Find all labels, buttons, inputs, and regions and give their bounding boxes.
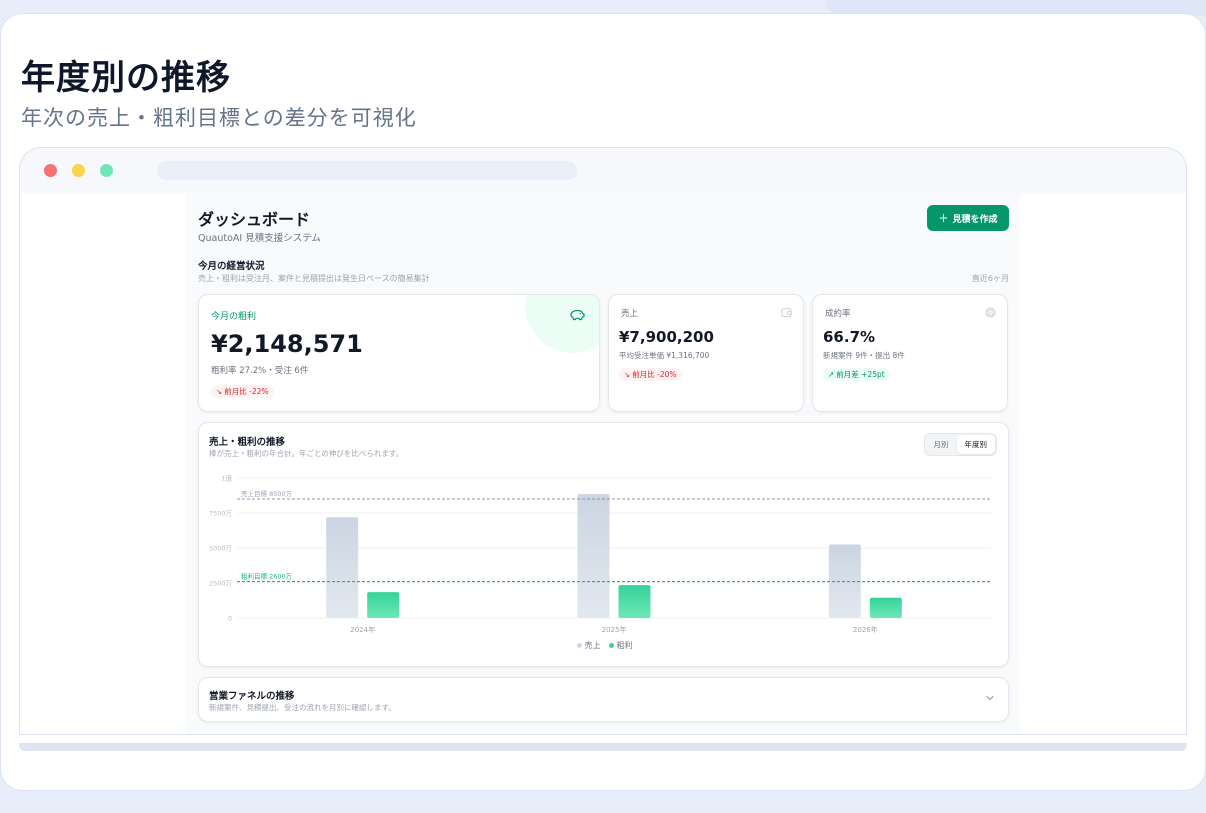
funnel-title: 営業ファネルの推移 xyxy=(209,691,295,702)
x-tick-label: 2025年 xyxy=(602,625,627,634)
toggle-yearly[interactable]: 年度別 xyxy=(956,435,995,454)
sales-bar xyxy=(326,517,359,618)
kpi-detail: 新規案件 9件・提出 8件 xyxy=(823,351,905,360)
kpi-label: 売上 xyxy=(621,309,639,319)
plus-icon: + xyxy=(938,211,949,225)
close-window-dot[interactable] xyxy=(44,164,57,177)
trend-badge-label: 前月比 -20% xyxy=(632,370,677,379)
dashboard-app: ダッシュボード QuautoAI 見積支援システム + 見積を作成 今月の経営状… xyxy=(186,193,1020,734)
kpi-label: 今月の粗利 xyxy=(211,312,257,322)
kpi-value: ¥7,900,200 xyxy=(619,328,714,346)
kpi-detail: 粗利率 27.2%・受注 6件 xyxy=(211,366,309,376)
slide-subtitle: 年次の売上・粗利目標との差分を可視化 xyxy=(21,106,417,130)
browser-window: ダッシュボード QuautoAI 見積支援システム + 見積を作成 今月の経営状… xyxy=(19,147,1187,735)
sales-profit-chart-card: 0 2500万 5000万 7500万 1億 2024年 2025年 2026年 売上目標 85… xyxy=(198,422,1009,667)
trend-up-icon: ↗ xyxy=(828,370,835,379)
legend-swatch xyxy=(608,643,614,648)
y-tick-label: 2500万 xyxy=(209,580,233,588)
profit-bar xyxy=(869,597,902,618)
legend-label: 売上 xyxy=(584,641,601,650)
create-estimate-button[interactable]: + 見積を作成 xyxy=(927,205,1009,231)
wallet-icon xyxy=(781,308,792,318)
browser-viewport: ダッシュボード QuautoAI 見積支援システム + 見積を作成 今月の経営状… xyxy=(20,193,1186,734)
yearly-bar-chart: 0 2500万 5000万 7500万 1億 2024年 2025年 2026年 売上目標 85… xyxy=(209,474,991,634)
section-note: 売上・粗利は受注月、案件と見積提出は発生日ベースの簡易集計 xyxy=(198,274,430,283)
kpi-card-gross-profit: 今月の粗利 ¥2,148,571 粗利率 27.2%・受注 6件 ↘ 前月比 -… xyxy=(198,294,600,412)
profit-bar xyxy=(367,592,400,618)
trend-badge-label: 前月比 -22% xyxy=(224,387,269,396)
y-tick-label: 0 xyxy=(228,615,232,623)
x-tick-label: 2026年 xyxy=(853,625,878,634)
maximize-window-dot[interactable] xyxy=(100,164,113,177)
legend-item-sales: 売上 xyxy=(576,640,601,651)
slide-title: 年度別の推移 xyxy=(21,58,231,98)
legend-item-profit: 粗利 xyxy=(608,640,633,651)
y-tick-label: 7500万 xyxy=(209,510,233,518)
trend-badge: ↗ 前月差 +25pt xyxy=(823,368,890,381)
kpi-card-sales: 売上 ¥7,900,200 平均受注単価 ¥1,316,700 ↘ 前月比 -2… xyxy=(608,294,804,412)
chart-legend: 売上 粗利 xyxy=(199,640,1008,651)
kpi-card-win-rate: 成約率 66.7% 新規案件 9件・提出 8件 ↗ 前月差 +25pt xyxy=(812,294,1008,412)
profit-bar xyxy=(618,585,651,618)
trend-down-icon: ↘ xyxy=(216,387,223,396)
trend-badge-label: 前月差 +25pt xyxy=(836,370,885,379)
y-tick-label: 5000万 xyxy=(209,545,233,553)
kpi-detail: 平均受注単価 ¥1,316,700 xyxy=(619,351,710,360)
kpi-label: 成約率 xyxy=(825,309,851,319)
address-bar[interactable] xyxy=(157,161,577,180)
sales-funnel-card[interactable]: 営業ファネルの推移 新規案件、見積提出、受注の流れを月別に確認します。 xyxy=(198,677,1009,722)
page-subtitle: QuautoAI 見積支援システム xyxy=(198,233,321,244)
sales-target-label: 売上目標 8500万 xyxy=(241,489,293,498)
kpi-decoration xyxy=(525,295,599,353)
kpi-value: ¥2,148,571 xyxy=(211,330,363,358)
funnel-note: 新規案件、見積提出、受注の流れを月別に確認します。 xyxy=(209,703,396,712)
profit-target-label: 粗利目標 2600万 xyxy=(241,572,293,581)
page-title: ダッシュボード xyxy=(198,210,311,229)
x-tick-label: 2024年 xyxy=(350,625,375,634)
trend-down-icon: ↘ xyxy=(624,370,631,379)
trend-badge: ↘ 前月比 -22% xyxy=(211,385,274,398)
piggy-bank-icon xyxy=(570,309,585,321)
kpi-value: 66.7% xyxy=(823,328,876,346)
chevron-down-icon[interactable] xyxy=(984,692,996,704)
period-toggle: 月別 年度別 xyxy=(923,433,997,456)
minimize-window-dot[interactable] xyxy=(72,164,85,177)
trend-badge: ↘ 前月比 -20% xyxy=(619,368,682,381)
section-range: 直近6ヶ月 xyxy=(971,274,1009,283)
legend-label: 粗利 xyxy=(616,641,633,650)
sales-bar xyxy=(577,494,610,618)
target-icon xyxy=(985,307,996,318)
legend-swatch xyxy=(576,643,582,648)
y-tick-label: 1億 xyxy=(221,474,232,483)
toggle-monthly[interactable]: 月別 xyxy=(926,435,957,454)
chart-title: 売上・粗利の推移 xyxy=(209,437,286,448)
create-estimate-label: 見積を作成 xyxy=(952,214,998,225)
browser-bottom-edge xyxy=(19,743,1187,751)
chart-note: 棒が売上・粗利の年合計。年ごとの伸びを比べられます。 xyxy=(209,449,404,458)
section-title: 今月の経営状況 xyxy=(198,261,265,272)
